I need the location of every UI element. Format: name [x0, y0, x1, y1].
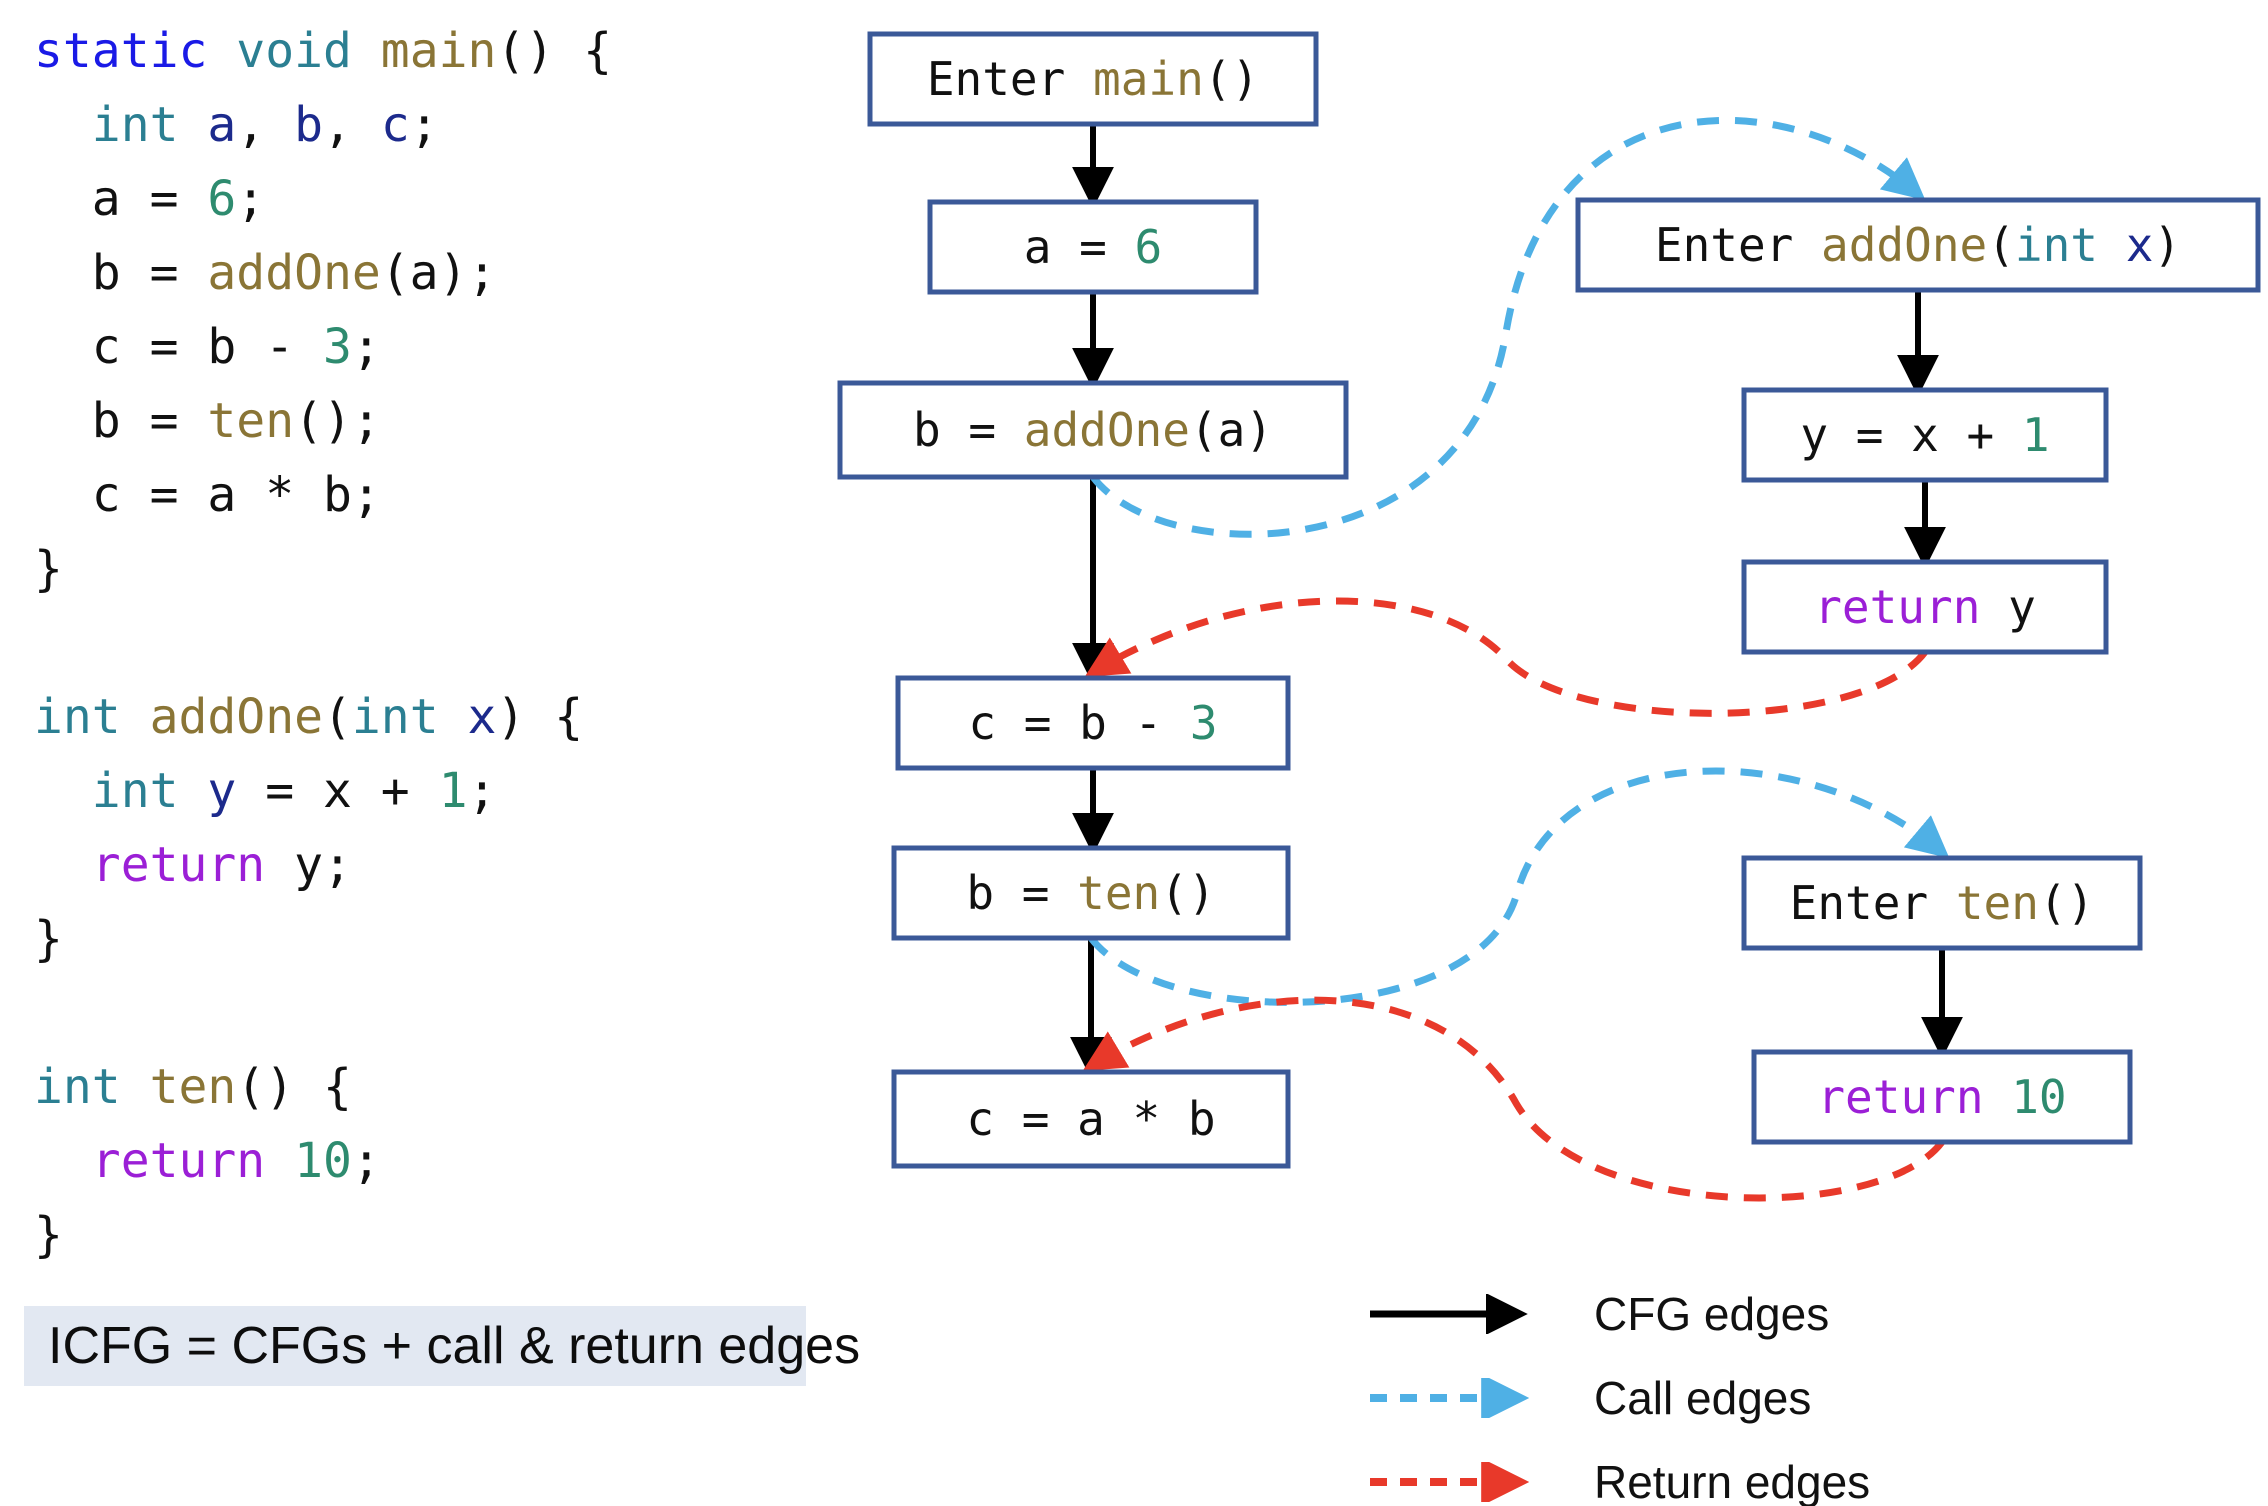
legend-row: Return edges: [1368, 1440, 2068, 1506]
icfg-definition-banner: ICFG = CFGs + call & return edges: [24, 1306, 806, 1386]
legend-arrow-icon: [1368, 1378, 1558, 1418]
nodes-layer: Enter main() a = 6 b = addOne(a) c = b - 3 b…: [840, 34, 2258, 1166]
legend-label: Return edges: [1594, 1455, 1870, 1506]
cfg-node-enter-ten[interactable]: Enter ten(): [1744, 858, 2140, 948]
node-label: Enter addOne(int x): [1655, 218, 2181, 272]
cfg-node-enter-addone[interactable]: Enter addOne(int x): [1578, 200, 2258, 290]
node-label: Enter ten(): [1790, 876, 2095, 930]
legend-label: CFG edges: [1594, 1287, 1829, 1341]
edge-legend: CFG edges Call edges Return edges: [1368, 1272, 2068, 1506]
legend-arrow-icon: [1368, 1294, 1558, 1334]
node-label: Enter main(): [927, 52, 1259, 106]
icfg-slide: static void main() { int a, b, c; a = 6;…: [0, 0, 2268, 1506]
node-label: return y: [1814, 580, 2036, 634]
legend-row: CFG edges: [1368, 1272, 2068, 1356]
cfg-node-return-y[interactable]: return y: [1744, 562, 2106, 652]
legend-label: Call edges: [1594, 1371, 1811, 1425]
node-label: return 10: [1817, 1070, 2066, 1124]
icfg-definition-text: ICFG = CFGs + call & return edges: [48, 1316, 860, 1376]
cfg-node-b-assign-ten[interactable]: b = ten(): [894, 848, 1288, 938]
cfg-node-c-assign-b-minus-3[interactable]: c = b - 3: [898, 678, 1288, 768]
cfg-node-a-assign-6[interactable]: a = 6: [930, 202, 1256, 292]
legend-row: Call edges: [1368, 1356, 2068, 1440]
node-label: a = 6: [1024, 220, 1162, 274]
node-label: y = x + 1: [1800, 408, 2049, 462]
legend-arrow-icon: [1368, 1462, 1558, 1502]
cfg-node-b-assign-addone[interactable]: b = addOne(a): [840, 383, 1346, 477]
node-label: c = a * b: [966, 1092, 1215, 1146]
node-label: b = addOne(a): [913, 403, 1273, 457]
node-label: b = ten(): [966, 866, 1215, 920]
node-label: c = b - 3: [968, 696, 1217, 750]
cfg-node-y-assign-x-plus-1[interactable]: y = x + 1: [1744, 390, 2106, 480]
cfg-node-enter-main[interactable]: Enter main(): [870, 34, 1316, 124]
cfg-node-return-10[interactable]: return 10: [1754, 1052, 2130, 1142]
cfg-node-c-assign-a-times-b[interactable]: c = a * b: [894, 1072, 1288, 1166]
